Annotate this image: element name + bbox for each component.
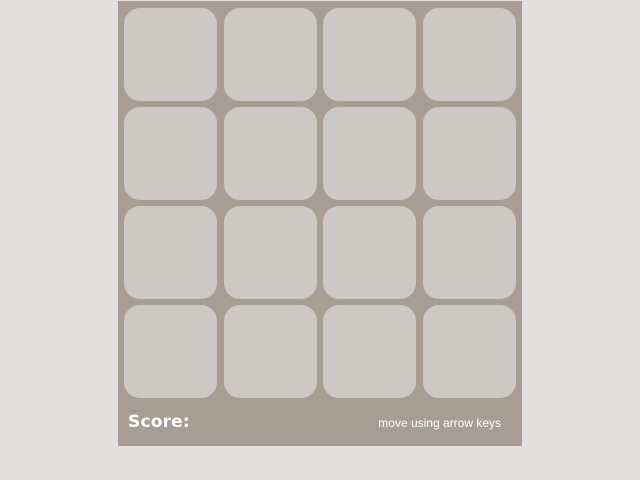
grid-cell-r4-c4 xyxy=(423,305,516,398)
grid-cell-r2-c2 xyxy=(224,107,317,200)
grid-cell-r1-c2 xyxy=(224,8,317,101)
tile-grid xyxy=(124,8,516,398)
grid-cell-r3-c1 xyxy=(124,206,217,299)
grid-cell-r4-c3 xyxy=(323,305,416,398)
grid-cell-r2-c1 xyxy=(124,107,217,200)
grid-cell-r1-c4 xyxy=(423,8,516,101)
grid-cell-r3-c3 xyxy=(323,206,416,299)
score-label: Score: xyxy=(128,412,190,432)
grid-cell-r2-c4 xyxy=(423,107,516,200)
grid-cell-r4-c2 xyxy=(224,305,317,398)
grid-cell-r4-c1 xyxy=(124,305,217,398)
grid-cell-r2-c3 xyxy=(323,107,416,200)
grid-cell-r3-c2 xyxy=(224,206,317,299)
game-board[interactable]: Score: move using arrow keys xyxy=(118,1,522,446)
grid-cell-r1-c3 xyxy=(323,8,416,101)
controls-hint: move using arrow keys xyxy=(378,416,501,430)
grid-cell-r1-c1 xyxy=(124,8,217,101)
grid-cell-r3-c4 xyxy=(423,206,516,299)
